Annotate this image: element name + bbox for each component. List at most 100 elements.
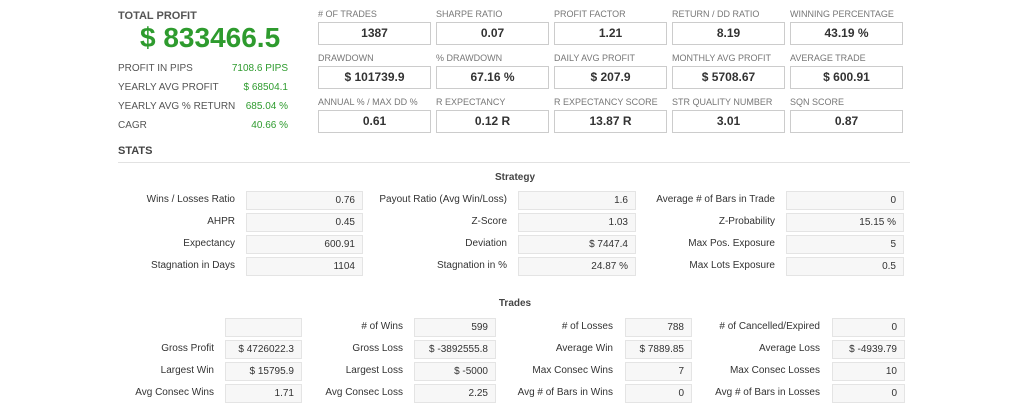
trades-value: $ 7889.85	[625, 340, 692, 359]
metric-average-trade: AVERAGE TRADE $ 600.91	[790, 53, 903, 89]
strategy-value: 1.03	[518, 213, 636, 232]
trades-label: Average Loss	[759, 343, 820, 354]
metric-monthly-avg-profit: MONTHLY AVG PROFIT $ 5708.67	[672, 53, 785, 89]
summary-label: YEARLY AVG PROFIT	[118, 82, 219, 93]
trades-label: # of Losses	[561, 321, 613, 332]
summary-row-profit-pips: PROFIT IN PIPS 7108.6 PIPS	[118, 63, 288, 79]
trades-label: Max Consec Wins	[532, 365, 613, 376]
metric-label: R EXPECTANCY SCORE	[554, 97, 658, 107]
strategy-value: 5	[786, 235, 904, 254]
strategy-label: Z-Score	[471, 216, 507, 227]
trades-value: 2.25	[414, 384, 496, 403]
summary-value: 40.66 %	[251, 120, 288, 131]
strategy-label: Deviation	[465, 238, 507, 249]
metric-label: DAILY AVG PROFIT	[554, 53, 636, 63]
metric-value: 1.21	[554, 22, 667, 45]
metric-label: ANNUAL % / MAX DD %	[318, 97, 418, 107]
trades-label: Avg Consec Wins	[135, 387, 214, 398]
metric-label: STR QUALITY NUMBER	[672, 97, 773, 107]
strategy-value: 0.45	[246, 213, 363, 232]
stats-heading: STATS	[118, 145, 153, 157]
strategy-value: $ 7447.4	[518, 235, 636, 254]
metric-label: # OF TRADES	[318, 9, 377, 19]
metric-value: 3.01	[672, 110, 785, 133]
trades-value	[225, 318, 302, 337]
metric-value: 13.87 R	[554, 110, 667, 133]
trades-label: Gross Profit	[161, 343, 214, 354]
strategy-label: Payout Ratio (Avg Win/Loss)	[379, 194, 507, 205]
metric-label: RETURN / DD RATIO	[672, 9, 760, 19]
summary-row-yearly-avg-return: YEARLY AVG % RETURN 685.04 %	[118, 101, 288, 117]
metric-label: AVERAGE TRADE	[790, 53, 866, 63]
trades-value: 10	[832, 362, 905, 381]
metric-profit-factor: PROFIT FACTOR 1.21	[554, 9, 667, 45]
metric-trades-count: # OF TRADES 1387	[318, 9, 431, 45]
strategy-value: 24.87 %	[518, 257, 636, 276]
metric-label: SQN SCORE	[790, 97, 845, 107]
trades-label: Largest Loss	[345, 365, 403, 376]
metric-value: 43.19 %	[790, 22, 903, 45]
metric-daily-avg-profit: DAILY AVG PROFIT $ 207.9	[554, 53, 667, 89]
summary-label: YEARLY AVG % RETURN	[118, 101, 236, 112]
stats-divider	[118, 162, 910, 163]
strategy-value: 15.15 %	[786, 213, 904, 232]
trades-label	[105, 318, 214, 336]
summary-row-cagr: CAGR 40.66 %	[118, 120, 288, 136]
metric-r-expectancy-score: R EXPECTANCY SCORE 13.87 R	[554, 97, 667, 133]
strategy-value: 600.91	[246, 235, 363, 254]
trades-value: 0	[832, 384, 905, 403]
trades-value: 1.71	[225, 384, 302, 403]
metric-str-quality-number: STR QUALITY NUMBER 3.01	[672, 97, 785, 133]
strategy-value: 0.76	[246, 191, 363, 210]
strategy-section-title: Strategy	[494, 172, 535, 183]
strategy-value: 1.6	[518, 191, 636, 210]
metric-value: $ 5708.67	[672, 66, 785, 89]
strategy-label: Z-Probability	[718, 216, 775, 227]
trades-value: $ -3892555.8	[414, 340, 496, 359]
metric-label: R EXPECTANCY	[436, 97, 506, 107]
trades-value: $ -5000	[414, 362, 496, 381]
metric-value: 0.87	[790, 110, 903, 133]
metric-label: MONTHLY AVG PROFIT	[672, 53, 772, 63]
summary-label: PROFIT IN PIPS	[118, 63, 193, 74]
trades-value: 0	[625, 384, 692, 403]
trades-value: $ 4726022.3	[225, 340, 302, 359]
metric-percent-drawdown: % DRAWDOWN 67.16 %	[436, 53, 549, 89]
trades-value: $ 15795.9	[225, 362, 302, 381]
metric-value: $ 207.9	[554, 66, 667, 89]
trades-label: Average Win	[555, 343, 613, 354]
total-profit-value: $ 833466.5	[140, 22, 281, 53]
strategy-value: 0	[786, 191, 904, 210]
strategy-label: Stagnation in %	[436, 260, 507, 271]
strategy-label: Average # of Bars in Trade	[656, 194, 775, 205]
metric-winning-percentage: WINNING PERCENTAGE 43.19 %	[790, 9, 903, 45]
trades-label: Avg # of Bars in Wins	[517, 387, 613, 398]
summary-value: 685.04 %	[245, 101, 288, 112]
metric-value: 0.07	[436, 22, 549, 45]
metric-value: 67.16 %	[436, 66, 549, 89]
strategy-value: 1104	[246, 257, 363, 276]
metric-value: 8.19	[672, 22, 785, 45]
metric-label: WINNING PERCENTAGE	[790, 9, 894, 19]
metric-value: 0.12 R	[436, 110, 549, 133]
metric-sharpe-ratio: SHARPE RATIO 0.07	[436, 9, 549, 45]
summary-value: $ 68504.1	[243, 82, 289, 93]
strategy-label: Stagnation in Days	[151, 260, 235, 271]
trades-label: Gross Loss	[352, 343, 403, 354]
metric-annual-max-dd: ANNUAL % / MAX DD % 0.61	[318, 97, 431, 133]
trades-value: 599	[414, 318, 496, 337]
trades-section-title: Trades	[498, 298, 532, 309]
summary-value: 7108.6 PIPS	[231, 63, 288, 74]
strategy-label: Expectancy	[183, 238, 235, 249]
trades-value: 788	[625, 318, 692, 337]
metric-r-expectancy: R EXPECTANCY 0.12 R	[436, 97, 549, 133]
trades-label: # of Wins	[361, 321, 403, 332]
metric-value: $ 101739.9	[318, 66, 431, 89]
metric-value: 0.61	[318, 110, 431, 133]
summary-label: CAGR	[118, 120, 147, 131]
trades-label: Avg Consec Loss	[325, 387, 403, 398]
metric-value: $ 600.91	[790, 66, 903, 89]
total-profit-title: TOTAL PROFIT	[118, 10, 197, 22]
metric-label: SHARPE RATIO	[436, 9, 503, 19]
metric-label: % DRAWDOWN	[436, 53, 503, 63]
